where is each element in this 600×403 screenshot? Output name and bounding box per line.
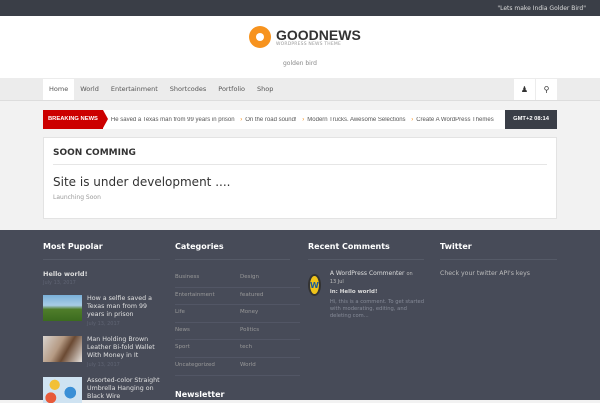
logo-icon [249, 26, 271, 48]
post-title[interactable]: Man Holding Brown Leather Bi-fold Wallet… [87, 336, 160, 360]
site-logo[interactable]: GOODNEWS WORDPRESS NEWS THEME [249, 26, 361, 48]
comment-post-link[interactable]: Hello world! [340, 289, 378, 295]
ticker-item[interactable]: He saved a Texas man from 99 years in pr… [111, 117, 235, 123]
comment-item: W A WordPress Commenter on 13 Jul in: He… [308, 270, 424, 320]
category-link[interactable]: Money [240, 305, 300, 323]
popular-post[interactable]: Man Holding Brown Leather Bi-fold Wallet… [43, 336, 160, 368]
popular-post[interactable]: How a selfie saved a Texas man from 99 y… [43, 295, 160, 327]
post-title[interactable]: How a selfie saved a Texas man from 99 y… [87, 295, 160, 319]
bullet-icon: › [240, 116, 243, 123]
main-content: SOON COMMING Site is under development .… [43, 137, 557, 219]
category-link[interactable]: Sport [175, 340, 240, 358]
ticker-item[interactable]: On the road sound! [245, 117, 296, 123]
comment-on: on [406, 271, 413, 277]
category-link[interactable]: tech [240, 340, 300, 358]
popular-post-title[interactable]: Hello world! [43, 270, 160, 278]
post-thumbnail[interactable] [43, 336, 82, 362]
top-quote: "Lets make India Golder Bird" [497, 5, 586, 12]
post-date: July 13, 2017 [87, 362, 120, 368]
twitter-widget: Twitter Check your twitter API's keys [440, 242, 557, 277]
category-link[interactable]: Entertainment [175, 288, 240, 306]
header: GOODNEWS WORDPRESS NEWS THEME golden bir… [0, 16, 600, 78]
categories-widget: Categories Business Design Entertainment… [175, 242, 300, 399]
comment-in-label: in: [329, 289, 338, 295]
post-date: July 13, 2017 [43, 280, 76, 286]
widget-title: Twitter [440, 242, 557, 260]
post-thumbnail[interactable] [43, 377, 82, 403]
top-bar: "Lets make India Golder Bird" [0, 0, 600, 16]
avatar: W [308, 274, 321, 296]
main-nav: Home World Entertainment Shortcodes Port… [0, 78, 600, 101]
section-heading: SOON COMMING [53, 148, 547, 165]
category-link[interactable]: Life [175, 305, 240, 323]
ticker-item[interactable]: Modern Trucks. Awesome Selections [307, 117, 405, 123]
post-title[interactable]: Assorted-color Straight Umbrella Hanging… [87, 377, 160, 401]
page-subtitle: Launching Soon [53, 194, 101, 201]
breaking-news-label: BREAKING NEWS [43, 110, 108, 129]
recent-comments-widget: Recent Comments W A WordPress Commenter … [308, 242, 424, 320]
search-icon[interactable]: ⚲ [536, 79, 557, 100]
news-ticker: He saved a Texas man from 99 years in pr… [103, 117, 505, 123]
newsletter-title: Newsletter [175, 389, 225, 399]
bullet-icon: › [411, 116, 414, 123]
logo-title: GOODNEWS [276, 26, 361, 43]
tagline: golden bird [282, 60, 317, 67]
nav-portfolio[interactable]: Portfolio [212, 79, 251, 100]
category-link[interactable]: Business [175, 270, 240, 288]
nav-world[interactable]: World [74, 79, 105, 100]
page-title: Site is under development .... [53, 175, 231, 189]
bullet-icon: › [302, 116, 305, 123]
category-link[interactable]: Uncategorized [175, 358, 240, 376]
popular-post[interactable]: Assorted-color Straight Umbrella Hanging… [43, 377, 160, 403]
comment-author[interactable]: A WordPress Commenter [330, 270, 405, 277]
nav-home[interactable]: Home [43, 79, 75, 100]
twitter-message: Check your twitter API's keys [440, 270, 530, 277]
nav-entertainment[interactable]: Entertainment [105, 79, 164, 100]
breaking-news-bar: BREAKING NEWS He saved a Texas man from … [43, 110, 557, 129]
category-link[interactable]: News [175, 323, 240, 341]
post-date: July 13, 2017 [87, 321, 120, 327]
category-link[interactable]: featured [240, 288, 300, 306]
most-popular-widget: Most Pupolar Hello world! July 13, 2017 … [43, 242, 160, 403]
comment-excerpt: Hi, this is a comment. To get started wi… [329, 299, 424, 319]
category-link[interactable]: Design [240, 270, 300, 288]
category-link[interactable]: Politics [240, 323, 300, 341]
ticker-item[interactable]: Create A WordPress Themes [416, 117, 493, 123]
widget-title: Recent Comments [308, 242, 424, 260]
widget-title: Categories [175, 242, 290, 260]
nav-shortcodes[interactable]: Shortcodes [164, 79, 213, 100]
clock: GMT+2 08:14 [505, 110, 557, 129]
widget-title: Most Pupolar [43, 242, 160, 260]
footer: Most Pupolar Hello world! July 13, 2017 … [0, 230, 600, 403]
nav-shop[interactable]: Shop [251, 79, 279, 100]
user-icon[interactable]: ♟ [514, 79, 535, 100]
post-thumbnail[interactable] [43, 295, 82, 321]
comment-date: 13 Jul [329, 279, 344, 285]
category-link[interactable]: World [240, 358, 300, 376]
